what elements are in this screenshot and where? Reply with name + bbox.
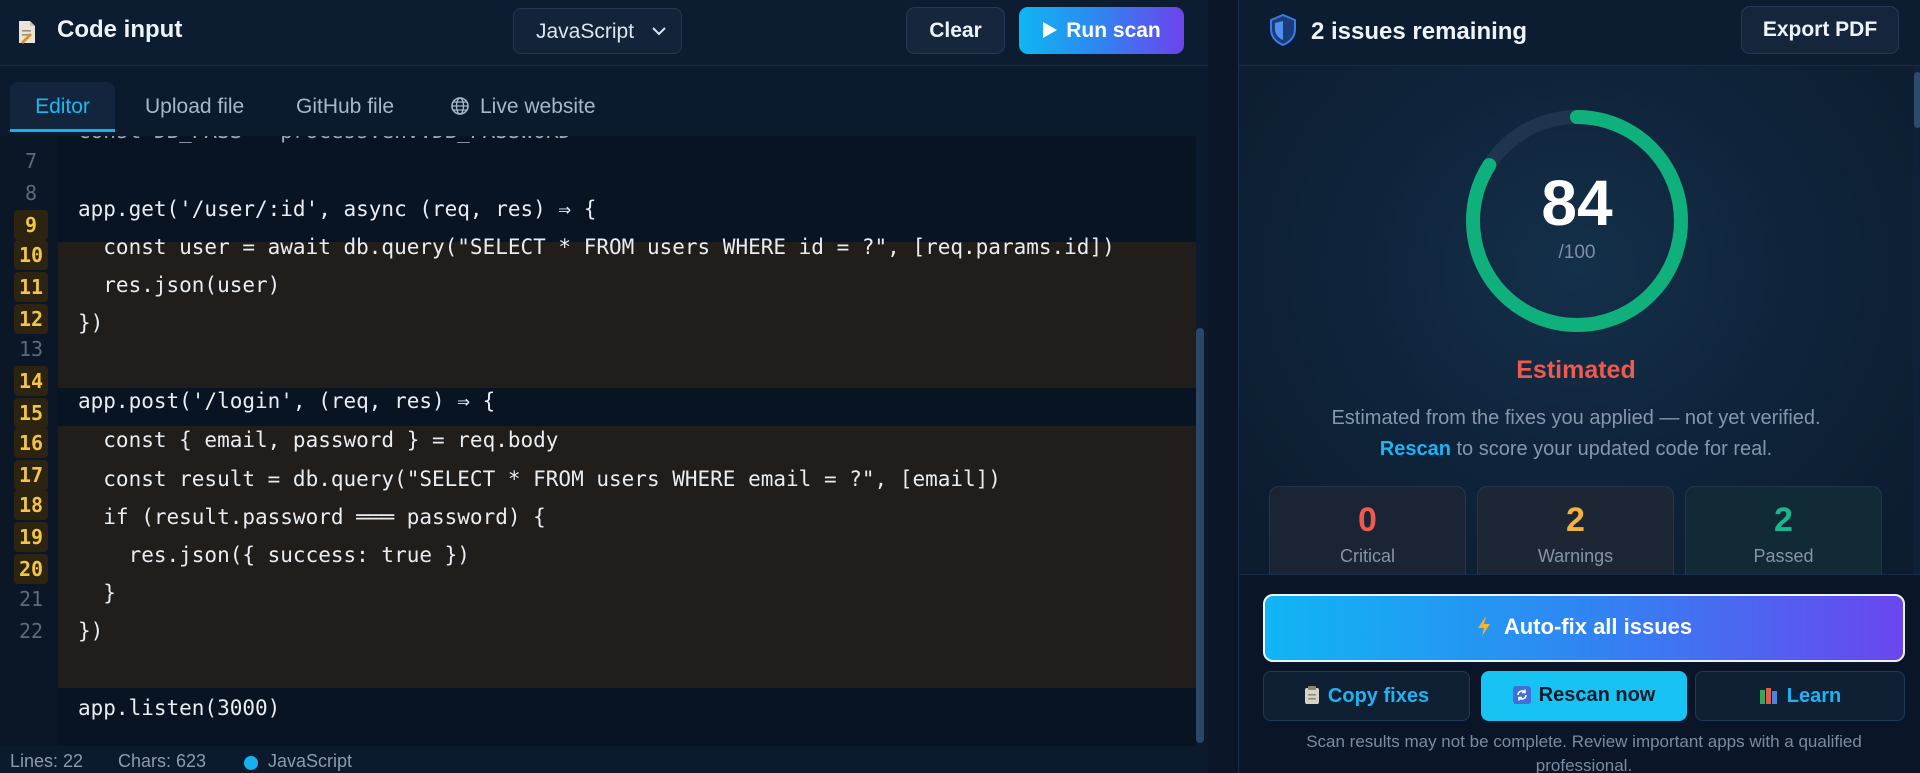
line-number-flagged: 10	[14, 240, 48, 270]
code-line: app.get('/user/:id', async (req, res) ⇒ …	[78, 197, 597, 221]
results-header: 2 issues remaining Export PDF	[1239, 0, 1920, 66]
line-number-flagged: 20	[14, 554, 48, 584]
code-line: app.listen(3000)	[78, 696, 281, 720]
auto-fix-all-button[interactable]: Auto-fix all issues	[1263, 594, 1905, 662]
warnings-count: 2	[1566, 501, 1585, 539]
line-number-flagged: 9	[14, 210, 48, 240]
stat-passed: 2 Passed	[1685, 486, 1882, 574]
critical-label: Critical	[1339, 546, 1395, 566]
line-number-flagged: 18	[14, 490, 48, 520]
code-editor[interactable]: 7 8 9 10 11 12 13 14 15 16 17 18 19 20 2…	[0, 136, 1196, 746]
run-scan-button[interactable]: Run scan	[1019, 7, 1184, 54]
rescan-now-button[interactable]: Rescan now	[1481, 671, 1687, 721]
language-select-value: JavaScript	[536, 20, 635, 43]
code-line: if (result.password ═══ password) {	[78, 505, 546, 529]
export-pdf-button[interactable]: Export PDF	[1741, 6, 1899, 54]
line-number: 7	[24, 149, 38, 173]
line-number-flagged: 15	[14, 398, 48, 428]
score-max: /100	[1558, 242, 1596, 263]
stat-critical: 0 Critical	[1269, 486, 1466, 574]
line-number-flagged: 11	[14, 272, 48, 302]
language-select[interactable]: JavaScript	[513, 8, 682, 54]
code-line: const { email, password } = req.body	[78, 428, 559, 452]
status-bar: Lines: 22 Chars: 623 JavaScript	[0, 748, 1208, 773]
issues-remaining-title: 2 issues remaining	[1311, 18, 1528, 45]
code-input-toolbar: Code input JavaScript Clear Run scan	[0, 0, 1208, 66]
code-line: const result = db.query("SELECT * FROM u…	[78, 467, 1001, 491]
copy-fixes-label: Copy fixes	[1327, 685, 1430, 707]
play-icon	[1043, 22, 1058, 38]
shield-icon	[1270, 14, 1296, 46]
status-language: JavaScript	[268, 751, 353, 771]
learn-label: Learn	[1786, 685, 1842, 707]
results-actions: Auto-fix all issues Copy fixes Rescan no…	[1239, 574, 1920, 773]
line-number: 13	[18, 337, 44, 361]
copy-fixes-button[interactable]: Copy fixes	[1263, 671, 1470, 721]
panel-title: Code input	[57, 16, 183, 43]
code-line: }	[78, 581, 116, 605]
code-line: const user = await db.query("SELECT * FR…	[78, 235, 1115, 259]
results-scrollbar[interactable]	[1914, 72, 1920, 128]
refresh-icon	[1512, 686, 1531, 704]
file-icon	[19, 21, 35, 44]
line-number-flagged: 16	[14, 428, 48, 458]
line-number-flagged: 19	[14, 522, 48, 552]
clear-button[interactable]: Clear	[906, 7, 1005, 54]
tab-live-website[interactable]: Live website	[450, 82, 596, 132]
globe-icon	[451, 97, 469, 115]
flagged-block-user-route	[58, 242, 1196, 388]
line-number-flagged: 17	[14, 460, 48, 490]
stat-warnings: 2 Warnings	[1477, 486, 1674, 574]
char-count: Chars: 623	[118, 751, 207, 771]
estimate-text-line1: Estimated from the fixes you applied — n…	[1331, 407, 1821, 429]
code-input-panel: Code input JavaScript Clear Run scan Edi…	[0, 0, 1208, 773]
rescan-now-label: Rescan now	[1538, 684, 1656, 706]
code-line: })	[78, 619, 104, 643]
results-panel: 2 issues remaining Export PDF 84 /100 Es…	[1238, 0, 1920, 773]
tab-github-file[interactable]: GitHub file	[296, 82, 394, 132]
code-line: res.json({ success: true })	[78, 543, 470, 567]
code-line: app.post('/login', (req, res) ⇒ {	[78, 389, 496, 413]
input-tabs: Editor Upload file GitHub file Live webs…	[0, 66, 1208, 136]
learn-button[interactable]: Learn	[1695, 671, 1905, 721]
line-number: 8	[24, 181, 38, 205]
score-value: 84	[1541, 167, 1613, 239]
estimate-text-rest: to score your updated code for real.	[1450, 438, 1773, 460]
critical-count: 0	[1358, 501, 1377, 539]
run-scan-label: Run scan	[1066, 19, 1161, 42]
bolt-icon	[1477, 616, 1490, 636]
warnings-label: Warnings	[1537, 546, 1614, 566]
line-number-flagged: 12	[14, 304, 48, 334]
line-number: 21	[18, 587, 44, 611]
editor-scrollbar[interactable]	[1196, 328, 1204, 743]
clipboard-icon	[1304, 686, 1319, 704]
code-line: })	[78, 311, 104, 335]
results-scrollbar-track	[1913, 66, 1920, 574]
score-summary: 84 /100 Estimated Estimated from the fix…	[1239, 66, 1913, 574]
books-icon	[1759, 688, 1777, 704]
rescan-link[interactable]: Rescan	[1380, 438, 1451, 460]
tab-live-website-label: Live website	[480, 95, 596, 118]
tab-upload-file[interactable]: Upload file	[145, 82, 244, 132]
line-number: 22	[18, 619, 44, 643]
disclaimer-text: Scan results may not be complete. Review…	[1306, 732, 1862, 773]
estimated-label: Estimated	[1516, 356, 1636, 384]
estimate-description: Estimated from the fixes you applied — n…	[1239, 403, 1913, 465]
line-number-flagged: 14	[14, 366, 48, 396]
chevron-down-icon	[652, 27, 666, 36]
estimate-text-line2: Rescan to score your updated code for re…	[1239, 434, 1913, 465]
passed-count: 2	[1774, 501, 1793, 539]
line-count: Lines: 22	[10, 751, 84, 771]
code-line: res.json(user)	[78, 273, 281, 297]
auto-fix-label: Auto-fix all issues	[1503, 614, 1693, 639]
language-dot-icon	[244, 756, 258, 770]
passed-label: Passed	[1753, 546, 1814, 566]
tab-editor[interactable]: Editor	[10, 82, 115, 132]
code-line: const DB_PASS = process.env.DB_PASSWORD	[78, 136, 571, 146]
